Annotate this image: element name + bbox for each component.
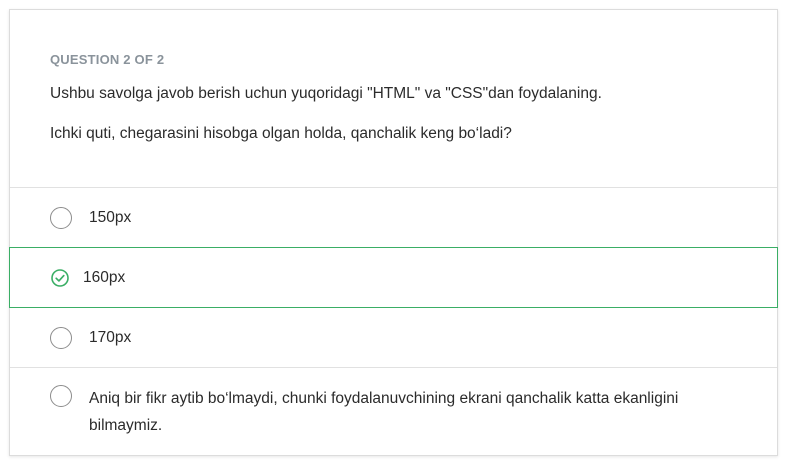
answer-label: 160px [83,269,126,286]
radio-circle-icon[interactable] [50,206,72,229]
quiz-card: QUESTION 2 OF 2 Ushbu savolga javob beri… [9,9,778,456]
answer-list: 150px 160px 170px Aniq bir fikr aytib bo… [9,188,778,455]
radio-circle-icon[interactable] [50,385,72,407]
answer-label: Aniq bir fikr aytib bo‘lmaydi, chunki fo… [89,390,679,434]
answer-option-cannot-tell[interactable]: Aniq bir fikr aytib bo‘lmaydi, chunki fo… [10,368,777,455]
answer-option-160px[interactable]: 160px [9,247,778,308]
question-prompt: Ichki quti, chegarasini hisobga olgan ho… [50,125,512,142]
question-instruction: Ushbu savolga javob berish uchun yuqorid… [50,85,602,102]
answer-label: 170px [89,329,132,346]
answer-label: 150px [89,209,132,226]
answer-option-150px[interactable]: 150px [10,188,777,248]
check-circle-icon[interactable] [51,268,69,287]
question-section: QUESTION 2 OF 2 Ushbu savolga javob beri… [10,10,777,188]
radio-circle-icon[interactable] [50,326,72,349]
question-counter: QUESTION 2 OF 2 [50,52,165,67]
answer-option-170px[interactable]: 170px [10,308,777,368]
